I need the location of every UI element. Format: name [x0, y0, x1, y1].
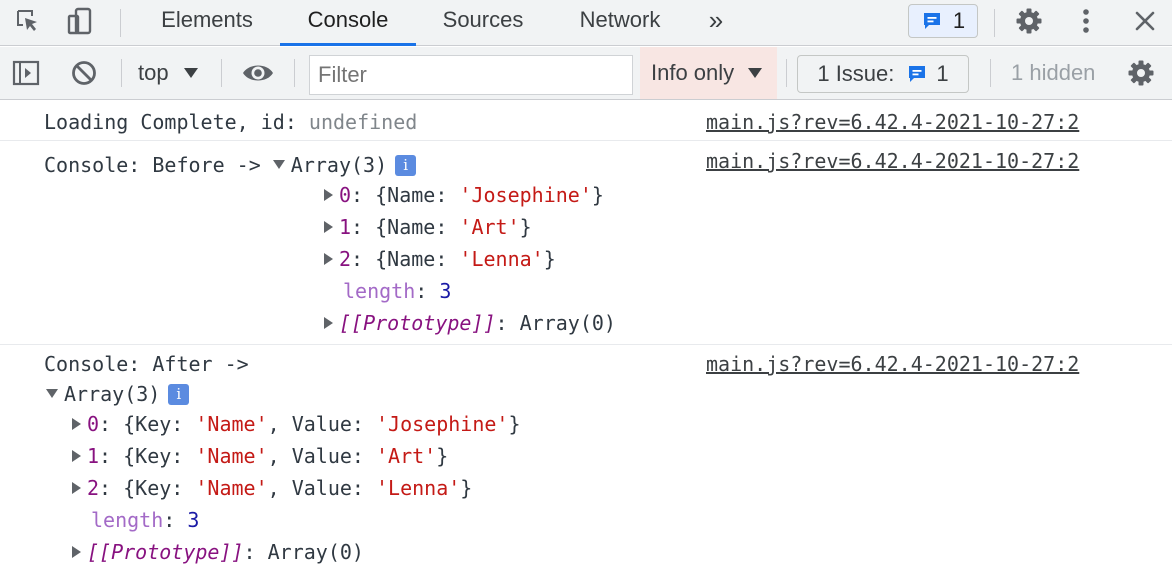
message-text: Console: Before -> Array(3) i	[44, 150, 417, 180]
active-tab-indicator	[280, 43, 416, 46]
inspect-element-icon[interactable]	[14, 7, 42, 35]
toolbar-divider	[786, 59, 787, 87]
issues-count: 1	[936, 61, 949, 86]
expand-triangle-icon	[324, 317, 333, 329]
source-link[interactable]: main.js?rev=6.42.4-2021-10-27:2	[706, 349, 1079, 379]
toolbar-divider	[990, 59, 991, 87]
message-text: Loading Complete, id: undefined	[44, 107, 417, 137]
toolbar-divider	[294, 59, 295, 87]
log-levels-dropdown[interactable]: Info only	[640, 47, 777, 99]
array-length: length: 3	[343, 279, 452, 303]
array-entry[interactable]: 1: {Name: 'Art'}	[324, 212, 532, 242]
filter-input[interactable]	[309, 55, 633, 95]
array-entry[interactable]: 0: {Key: 'Name', Value: 'Josephine'}	[72, 409, 521, 439]
console-toolbar: top Info only 1 Issue: 1 1 hidden	[0, 47, 1172, 100]
expand-triangle-icon	[72, 418, 81, 430]
expand-triangle-icon	[72, 546, 81, 558]
device-toolbar-icon[interactable]	[66, 7, 94, 35]
expand-triangle-icon	[324, 221, 333, 233]
devtools-tabbar: Elements Console Sources Network » 1	[0, 0, 1172, 46]
message-icon	[906, 63, 928, 85]
expand-toggle[interactable]: Array(3)	[272, 153, 388, 177]
collapse-triangle-icon	[272, 160, 285, 169]
info-icon[interactable]: i	[395, 155, 417, 176]
toolbar-divider	[221, 59, 222, 87]
toolbar-divider	[121, 59, 122, 87]
tab-sources[interactable]: Sources	[424, 0, 542, 46]
source-link[interactable]: main.js?rev=6.42.4-2021-10-27:2	[706, 146, 1079, 176]
dropdown-arrow-icon	[748, 68, 763, 78]
array-entry[interactable]: 1: {Key: 'Name', Value: 'Art'}	[72, 441, 448, 471]
undefined-value: undefined	[308, 110, 418, 134]
console-settings-gear-icon[interactable]	[1127, 59, 1155, 87]
tab-console[interactable]: Console	[280, 0, 416, 46]
array-entry[interactable]: 2: {Name: 'Lenna'}	[324, 244, 556, 274]
array-summary: Array(3)	[64, 382, 161, 406]
array-entry[interactable]: 0: {Name: 'Josephine'}	[324, 180, 604, 210]
context-selector[interactable]: top	[138, 47, 198, 99]
more-tabs-chevron-icon[interactable]: »	[698, 0, 734, 46]
expand-triangle-icon	[324, 253, 333, 265]
tab-elements[interactable]: Elements	[143, 0, 271, 46]
message-text-prefix: Loading Complete, id:	[44, 110, 309, 134]
message-text: Console: After ->	[44, 349, 249, 379]
console-message: Loading Complete, id: undefined main.js?…	[0, 101, 1172, 141]
expand-toggle[interactable]: Array(3) i	[46, 379, 190, 409]
log-levels-value: Info only	[651, 60, 735, 85]
info-icon[interactable]: i	[168, 384, 190, 405]
array-entry[interactable]: 2: {Key: 'Name', Value: 'Lenna'}	[72, 473, 472, 503]
hidden-messages-count: 1 hidden	[1011, 60, 1096, 85]
console-message: Console: After -> main.js?rev=6.42.4-202…	[0, 346, 1172, 570]
array-summary: Array(3)	[290, 153, 388, 177]
messages-badge-count: 1	[952, 8, 966, 33]
source-link[interactable]: main.js?rev=6.42.4-2021-10-27:2	[706, 107, 1079, 137]
issues-label: 1 Issue:	[817, 61, 895, 86]
messages-badge[interactable]: 1	[908, 4, 978, 38]
array-length: length: 3	[91, 508, 200, 532]
issues-button[interactable]: 1 Issue: 1	[797, 55, 969, 93]
array-prototype[interactable]: [[Prototype]]: Array(0)	[324, 308, 616, 338]
collapse-triangle-icon	[46, 389, 58, 398]
sidebar-toggle-icon[interactable]	[12, 59, 40, 87]
dropdown-arrow-icon	[183, 68, 198, 78]
live-expression-eye-icon[interactable]	[241, 59, 275, 87]
array-prototype[interactable]: [[Prototype]]: Array(0)	[72, 537, 364, 567]
tab-network[interactable]: Network	[560, 0, 680, 46]
console-message: Console: Before -> Array(3) i main.js?rev…	[0, 142, 1172, 345]
tabbar-divider	[994, 9, 995, 37]
close-icon[interactable]	[1131, 7, 1159, 35]
expand-triangle-icon	[72, 482, 81, 494]
message-icon	[921, 10, 943, 32]
settings-gear-icon[interactable]	[1015, 7, 1043, 35]
tabbar-divider	[120, 9, 121, 37]
expand-triangle-icon	[72, 450, 81, 462]
clear-console-icon[interactable]	[70, 59, 98, 87]
message-text-prefix: Console: Before ->	[44, 153, 273, 177]
more-options-kebab-icon[interactable]	[1072, 7, 1100, 35]
message-text-prefix: Console: After ->	[44, 352, 249, 376]
expand-triangle-icon	[324, 189, 333, 201]
context-selector-value: top	[138, 60, 169, 85]
